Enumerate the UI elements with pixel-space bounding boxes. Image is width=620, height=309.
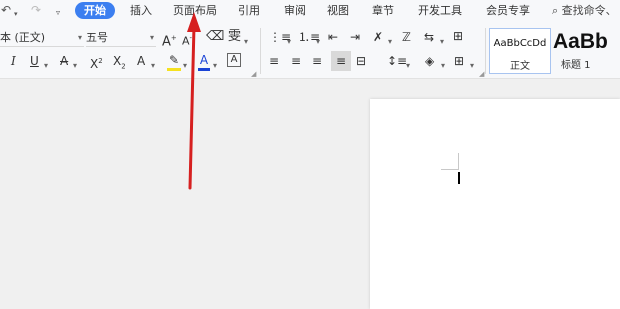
chevron-down-icon[interactable]: ▾ [316,34,320,50]
shading-icon[interactable]: ◈ [425,53,434,69]
sort-icon[interactable]: ℤ [402,29,411,45]
paragraph-direction-icon[interactable]: ⇆ [424,29,434,45]
tab-page-layout[interactable]: 页面布局 [173,3,217,19]
style-heading-1[interactable]: AaBb 标题 1 [553,28,620,74]
style-heading-1-sample: AaBb [553,30,608,53]
chevron-down-icon: ▾ [77,33,82,42]
margin-corner-marker [458,153,459,170]
text-effect-icon[interactable]: A [137,53,145,69]
show-marks-icon[interactable]: ⊞ [453,28,463,44]
redo-icon[interactable]: ↷ [31,2,41,18]
style-heading-1-label: 标题 1 [561,60,591,71]
tab-view[interactable]: 视图 [327,3,349,19]
tab-references[interactable]: 引用 [238,3,260,19]
font-name-value: 本 (正文) [0,31,46,44]
italic-icon[interactable]: I [11,53,16,69]
increase-indent-icon[interactable]: ⇥ [350,29,360,45]
chevron-down-icon[interactable]: ▾ [470,58,474,74]
tab-member-exclusive[interactable]: 会员专享 [486,3,530,19]
chinese-layout-icon[interactable]: ✗ [373,29,383,45]
strikethrough-icon[interactable]: A [60,53,68,69]
line-spacing-icon[interactable]: ↕≡ [387,53,407,69]
superscript-icon[interactable]: X2 [90,53,103,72]
ribbon-toolbar: 本 (正文) ▾ 五号 ▾ A+ A- ⌫ 雯 ▾ I U ▾ A ▾ X2 X… [0,22,620,79]
group-divider [485,28,486,74]
chevron-down-icon[interactable]: ▾ [441,58,445,74]
grow-font-icon[interactable]: A+ [162,30,177,50]
font-name-select[interactable]: 本 (正文) ▾ [0,29,84,47]
tab-home[interactable]: 开始 [75,2,115,19]
undo-dropdown-icon[interactable]: ▾ [14,6,18,22]
tab-insert[interactable]: 插入 [130,3,152,19]
chevron-down-icon[interactable]: ▾ [388,34,392,50]
group-divider [260,28,261,74]
chevron-down-icon[interactable]: ▾ [244,34,248,50]
character-border-icon[interactable]: A [227,53,241,67]
style-normal[interactable]: AaBbCcDd 正文 [489,28,551,74]
align-right-icon[interactable]: ≡ [312,53,322,69]
align-left-icon[interactable]: ≡ [269,53,279,69]
chevron-down-icon[interactable]: ▾ [183,58,187,74]
text-cursor [458,172,460,184]
chevron-down-icon[interactable]: ▾ [406,58,410,74]
clear-format-icon[interactable]: ⌫ [206,29,224,45]
menu-bar: ↶ ▾ ↷ ▿ 开始 插入 页面布局 引用 审阅 视图 章节 开发工具 会员专享… [0,0,620,22]
chevron-down-icon[interactable]: ▾ [151,58,155,74]
font-dialog-launcher-icon[interactable]: ◢ [251,70,256,78]
highlight-icon[interactable]: ✎ [167,52,181,71]
chevron-down-icon[interactable]: ▾ [213,58,217,74]
shrink-font-icon[interactable]: A- [182,30,192,50]
font-color-icon[interactable]: A [198,52,210,71]
chevron-down-icon[interactable]: ▾ [44,58,48,74]
distributed-align-icon[interactable]: ⊟ [356,53,366,69]
decrease-indent-icon[interactable]: ⇤ [328,29,338,45]
document-workspace [0,80,620,309]
borders-icon[interactable]: ⊞ [454,53,464,69]
chevron-down-icon[interactable]: ▾ [73,58,77,74]
document-page[interactable] [370,99,620,309]
align-center-icon[interactable]: ≡ [291,53,301,69]
undo-icon[interactable]: ↶ [1,2,11,18]
style-normal-sample: AaBbCcDd [493,38,547,49]
chevron-down-icon[interactable]: ▾ [440,34,444,50]
tab-review[interactable]: 审阅 [284,3,306,19]
command-search[interactable]: ⌕ 查找命令、 [552,2,620,19]
tab-developer-tools[interactable]: 开发工具 [418,3,462,19]
phonetic-guide-icon[interactable]: 雯 [228,29,241,45]
quick-access-dropdown-icon[interactable]: ▿ [56,5,60,21]
search-icon: ⌕ [552,4,559,17]
underline-icon[interactable]: U [30,53,39,69]
tab-section[interactable]: 章节 [372,3,394,19]
font-size-value: 五号 [86,31,108,44]
paragraph-dialog-launcher-icon[interactable]: ◢ [479,70,484,78]
margin-corner-marker [441,169,459,170]
subscript-icon[interactable]: X2 [113,53,126,74]
search-placeholder: 查找命令、 [561,4,617,17]
justify-icon[interactable]: ≡ [331,51,351,71]
style-normal-label: 正文 [510,61,530,72]
font-size-select[interactable]: 五号 ▾ [86,29,156,47]
chevron-down-icon[interactable]: ▾ [287,34,291,50]
chevron-down-icon: ▾ [149,33,154,42]
